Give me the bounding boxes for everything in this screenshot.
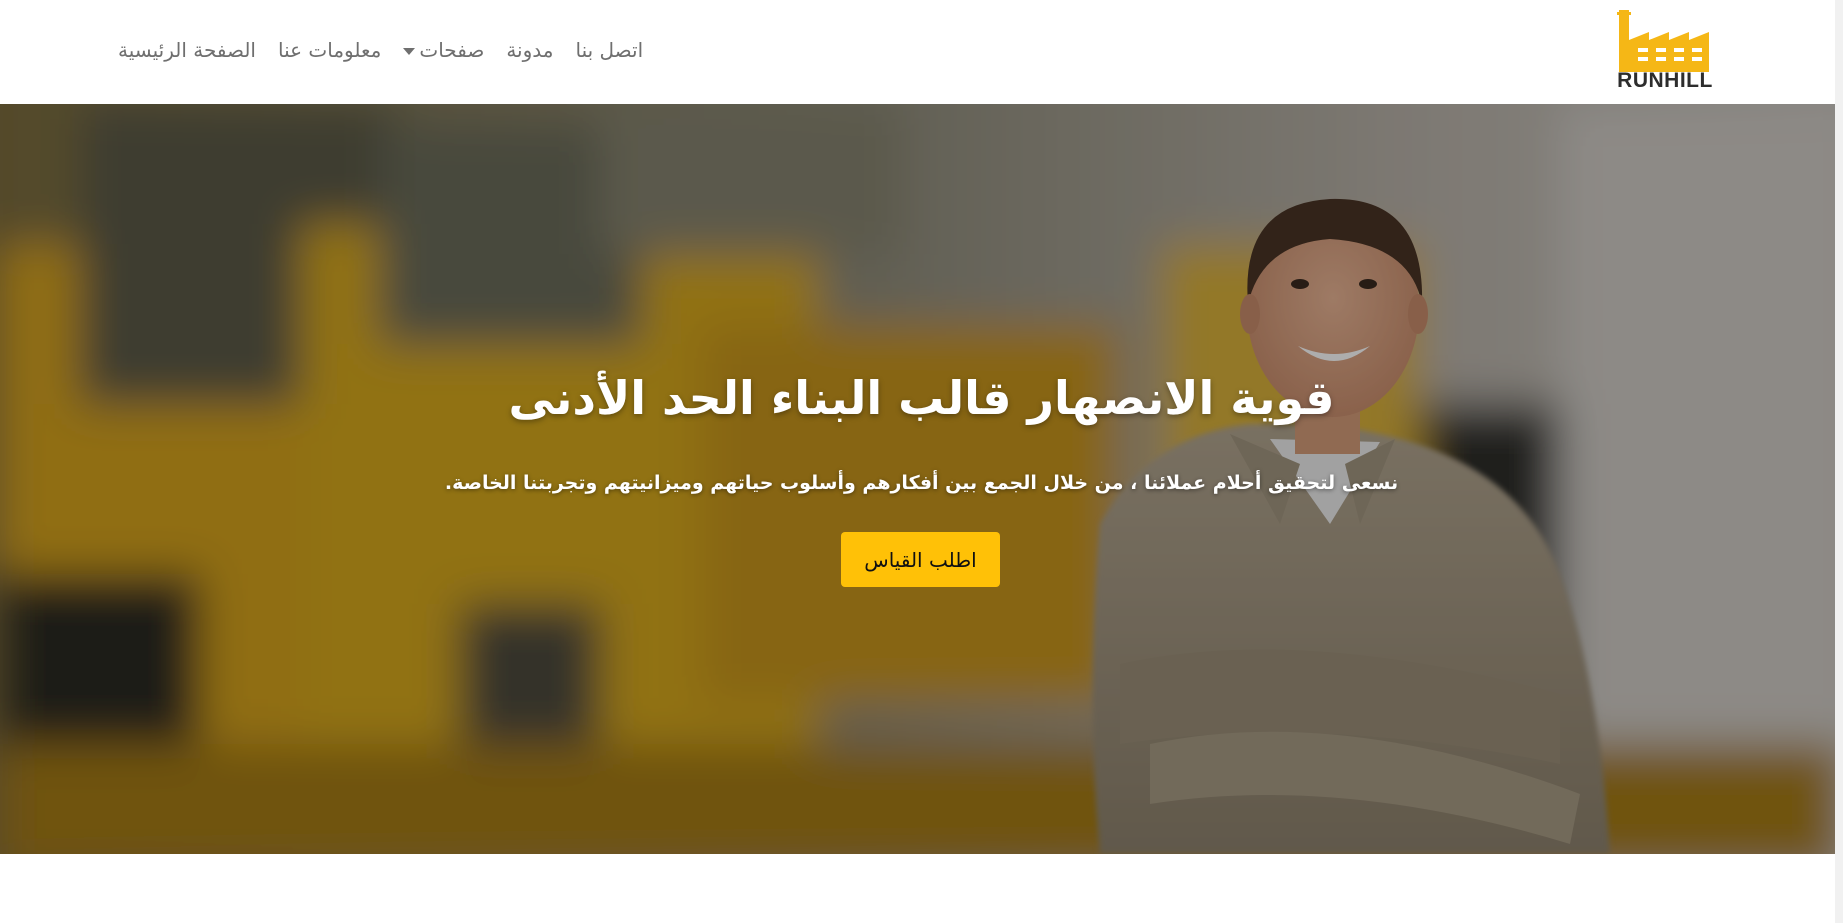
hero-section: قوية الانصهار قالب البناء الحد الأدنى نس… xyxy=(0,104,1843,854)
nav-home-link[interactable]: الصفحة الرئيسية xyxy=(118,36,256,64)
navbar: الصفحة الرئيسية معلومات عنا صفحات مدونة … xyxy=(0,0,1843,104)
site-logo[interactable]: RUNHILL xyxy=(1616,10,1714,92)
nav-pages-dropdown[interactable]: صفحات xyxy=(403,36,484,64)
caret-down-icon xyxy=(403,47,416,55)
hero-content: قوية الانصهار قالب البناء الحد الأدنى نس… xyxy=(0,104,1843,854)
page-scrollbar[interactable] xyxy=(1835,0,1843,923)
nav-contact-link[interactable]: اتصل بنا xyxy=(575,36,643,64)
nav-blog-link[interactable]: مدونة xyxy=(506,36,553,64)
factory-icon xyxy=(1617,10,1709,72)
logo-text: RUNHILL xyxy=(1617,69,1713,92)
main-nav: الصفحة الرئيسية معلومات عنا صفحات مدونة … xyxy=(118,36,643,64)
nav-pages-label: صفحات xyxy=(419,38,485,62)
hero-title: قوية الانصهار قالب البناء الحد الأدنى xyxy=(508,371,1335,425)
hero-subtitle: نسعى لتحقيق أحلام عملائنا ، من خلال الجم… xyxy=(444,472,1399,494)
page: الصفحة الرئيسية معلومات عنا صفحات مدونة … xyxy=(0,0,1843,923)
request-measurement-button[interactable]: اطلب القياس xyxy=(841,532,1000,587)
nav-about-link[interactable]: معلومات عنا xyxy=(278,36,381,64)
